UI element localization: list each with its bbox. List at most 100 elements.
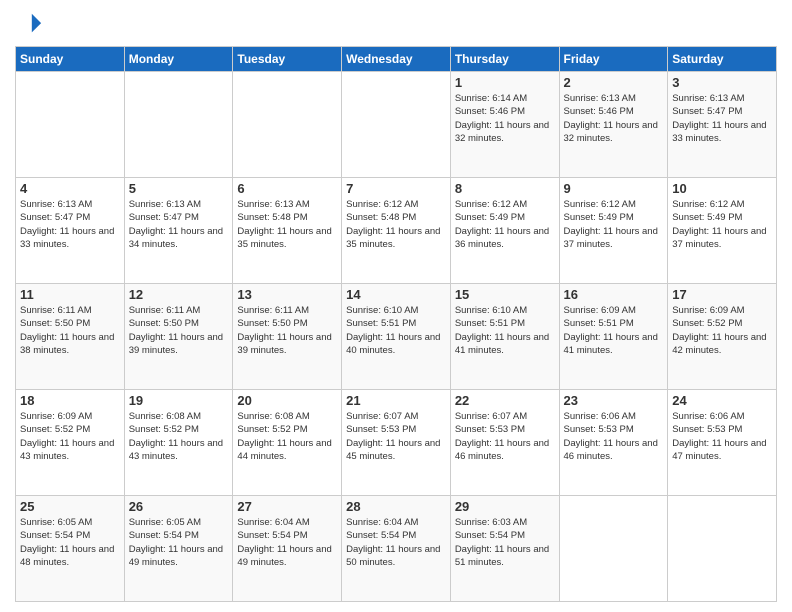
day-info: Sunrise: 6:04 AMSunset: 5:54 PMDaylight:… [237,516,337,569]
calendar-table: SundayMondayTuesdayWednesdayThursdayFrid… [15,46,777,602]
day-info: Sunrise: 6:05 AMSunset: 5:54 PMDaylight:… [129,516,229,569]
day-number: 5 [129,181,229,196]
day-info: Sunrise: 6:03 AMSunset: 5:54 PMDaylight:… [455,516,555,569]
calendar-cell: 20 Sunrise: 6:08 AMSunset: 5:52 PMDayligh… [233,390,342,496]
calendar-cell: 13 Sunrise: 6:11 AMSunset: 5:50 PMDayligh… [233,284,342,390]
week-row-1: 1Sunrise: 6:14 AMSunset: 5:46 PMDaylight… [16,72,777,178]
day-number: 7 [346,181,446,196]
day-number: 12 [129,287,229,302]
weekday-header-saturday: Saturday [668,47,777,72]
day-number: 23 [564,393,664,408]
day-info: Sunrise: 6:12 AMSunset: 5:49 PMDaylight:… [455,198,555,251]
day-info: Sunrise: 6:10 AMSunset: 5:51 PMDaylight:… [455,304,555,357]
day-info: Sunrise: 6:10 AMSunset: 5:51 PMDaylight:… [346,304,446,357]
day-info: Sunrise: 6:13 AMSunset: 5:46 PMDaylight:… [564,92,664,145]
calendar-cell: 14 Sunrise: 6:10 AMSunset: 5:51 PMDayligh… [342,284,451,390]
calendar-cell: 23 Sunrise: 6:06 AMSunset: 5:53 PMDayligh… [559,390,668,496]
calendar-cell: 24 Sunrise: 6:06 AMSunset: 5:53 PMDayligh… [668,390,777,496]
calendar-cell [342,72,451,178]
calendar-cell: 29 Sunrise: 6:03 AMSunset: 5:54 PMDayligh… [450,496,559,602]
day-number: 8 [455,181,555,196]
calendar-cell: 27Sunrise: 6:04 AMSunset: 5:54 PMDayligh… [233,496,342,602]
calendar-cell [233,72,342,178]
day-info: Sunrise: 6:06 AMSunset: 5:53 PMDaylight:… [564,410,664,463]
day-number: 29 [455,499,555,514]
calendar-cell: 6 Sunrise: 6:13 AMSunset: 5:48 PMDaylight… [233,178,342,284]
day-number: 6 [237,181,337,196]
day-number: 15 [455,287,555,302]
day-number: 2 [564,75,664,90]
day-number: 3 [672,75,772,90]
calendar-cell: 15 Sunrise: 6:10 AMSunset: 5:51 PMDayligh… [450,284,559,390]
calendar-cell: 16 Sunrise: 6:09 AMSunset: 5:51 PMDayligh… [559,284,668,390]
day-number: 18 [20,393,120,408]
calendar-cell: 2 Sunrise: 6:13 AMSunset: 5:46 PMDaylight… [559,72,668,178]
day-info: Sunrise: 6:11 AMSunset: 5:50 PMDaylight:… [237,304,337,357]
logo-icon [15,10,43,38]
calendar-cell [124,72,233,178]
weekday-header-sunday: Sunday [16,47,125,72]
calendar-cell: 9 Sunrise: 6:12 AMSunset: 5:49 PMDaylight… [559,178,668,284]
week-row-2: 4 Sunrise: 6:13 AMSunset: 5:47 PMDaylight… [16,178,777,284]
calendar-cell: 11Sunrise: 6:11 AMSunset: 5:50 PMDayligh… [16,284,125,390]
calendar-cell: 18 Sunrise: 6:09 AMSunset: 5:52 PMDayligh… [16,390,125,496]
week-row-3: 11Sunrise: 6:11 AMSunset: 5:50 PMDayligh… [16,284,777,390]
page: SundayMondayTuesdayWednesdayThursdayFrid… [0,0,792,612]
day-number: 24 [672,393,772,408]
day-info: Sunrise: 6:09 AMSunset: 5:52 PMDaylight:… [20,410,120,463]
weekday-header-tuesday: Tuesday [233,47,342,72]
calendar-cell [559,496,668,602]
day-number: 1 [455,75,555,90]
calendar-cell: 3 Sunrise: 6:13 AMSunset: 5:47 PMDaylight… [668,72,777,178]
day-number: 20 [237,393,337,408]
calendar-cell [16,72,125,178]
day-info: Sunrise: 6:13 AMSunset: 5:47 PMDaylight:… [20,198,120,251]
day-info: Sunrise: 6:11 AMSunset: 5:50 PMDaylight:… [20,304,120,357]
weekday-header-thursday: Thursday [450,47,559,72]
day-number: 21 [346,393,446,408]
calendar-cell: 8 Sunrise: 6:12 AMSunset: 5:49 PMDaylight… [450,178,559,284]
calendar-cell: 19Sunrise: 6:08 AMSunset: 5:52 PMDayligh… [124,390,233,496]
day-info: Sunrise: 6:12 AMSunset: 5:48 PMDaylight:… [346,198,446,251]
weekday-header-row: SundayMondayTuesdayWednesdayThursdayFrid… [16,47,777,72]
day-info: Sunrise: 6:08 AMSunset: 5:52 PMDaylight:… [237,410,337,463]
week-row-5: 25 Sunrise: 6:05 AMSunset: 5:54 PMDayligh… [16,496,777,602]
day-number: 4 [20,181,120,196]
calendar-cell: 21Sunrise: 6:07 AMSunset: 5:53 PMDayligh… [342,390,451,496]
day-info: Sunrise: 6:08 AMSunset: 5:52 PMDaylight:… [129,410,229,463]
calendar-cell: 17Sunrise: 6:09 AMSunset: 5:52 PMDayligh… [668,284,777,390]
day-info: Sunrise: 6:11 AMSunset: 5:50 PMDaylight:… [129,304,229,357]
day-number: 22 [455,393,555,408]
day-number: 14 [346,287,446,302]
day-info: Sunrise: 6:13 AMSunset: 5:48 PMDaylight:… [237,198,337,251]
logo [15,10,47,38]
day-number: 9 [564,181,664,196]
calendar-cell: 25Sunrise: 6:05 AMSunset: 5:54 PMDayligh… [16,496,125,602]
day-info: Sunrise: 6:09 AMSunset: 5:52 PMDaylight:… [672,304,772,357]
weekday-header-friday: Friday [559,47,668,72]
calendar-cell: 10 Sunrise: 6:12 AMSunset: 5:49 PMDayligh… [668,178,777,284]
day-number: 25 [20,499,120,514]
day-info: Sunrise: 6:06 AMSunset: 5:53 PMDaylight:… [672,410,772,463]
day-info: Sunrise: 6:13 AMSunset: 5:47 PMDaylight:… [672,92,772,145]
day-number: 26 [129,499,229,514]
calendar-cell: 12 Sunrise: 6:11 AMSunset: 5:50 PMDayligh… [124,284,233,390]
weekday-header-monday: Monday [124,47,233,72]
calendar-cell: 5 Sunrise: 6:13 AMSunset: 5:47 PMDaylight… [124,178,233,284]
calendar-cell: 4 Sunrise: 6:13 AMSunset: 5:47 PMDaylight… [16,178,125,284]
calendar-cell: 26 Sunrise: 6:05 AMSunset: 5:54 PMDayligh… [124,496,233,602]
calendar-cell: 7 Sunrise: 6:12 AMSunset: 5:48 PMDaylight… [342,178,451,284]
day-info: Sunrise: 6:13 AMSunset: 5:47 PMDaylight:… [129,198,229,251]
day-number: 16 [564,287,664,302]
calendar-cell: 1Sunrise: 6:14 AMSunset: 5:46 PMDaylight… [450,72,559,178]
weekday-header-wednesday: Wednesday [342,47,451,72]
day-info: Sunrise: 6:07 AMSunset: 5:53 PMDaylight:… [455,410,555,463]
day-info: Sunrise: 6:12 AMSunset: 5:49 PMDaylight:… [564,198,664,251]
calendar-cell [668,496,777,602]
week-row-4: 18 Sunrise: 6:09 AMSunset: 5:52 PMDayligh… [16,390,777,496]
day-number: 13 [237,287,337,302]
day-info: Sunrise: 6:09 AMSunset: 5:51 PMDaylight:… [564,304,664,357]
day-info: Sunrise: 6:12 AMSunset: 5:49 PMDaylight:… [672,198,772,251]
day-number: 10 [672,181,772,196]
day-info: Sunrise: 6:04 AMSunset: 5:54 PMDaylight:… [346,516,446,569]
